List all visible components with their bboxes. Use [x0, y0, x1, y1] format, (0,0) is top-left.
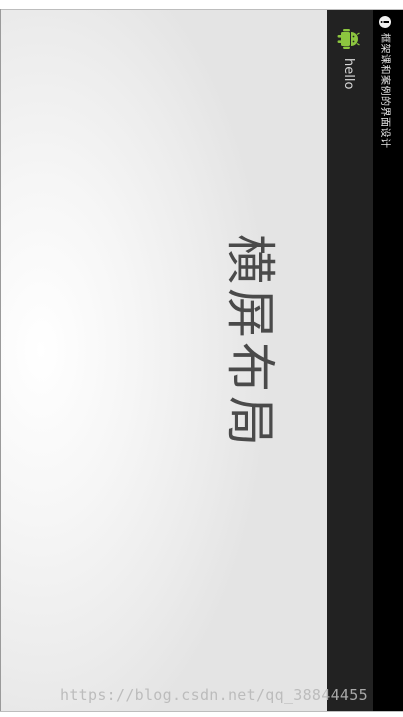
- app-title-bar: [327, 10, 373, 711]
- watermark: https://blog.csdn.net/qq_38844455: [60, 686, 368, 704]
- info-icon: [379, 16, 391, 28]
- app-title: hello: [341, 58, 356, 90]
- screen-frame-bottom: [0, 711, 403, 717]
- main-text-container: 横屏布局: [221, 234, 310, 474]
- notification-text: 框架课和案例的界面设计: [379, 33, 390, 149]
- landscape-layout-label: 横屏布局: [221, 234, 279, 450]
- device-screen: 横屏布局 hello 框架课和案例的界面设计 https://blog.csdn…: [0, 0, 403, 717]
- android-icon: [337, 29, 360, 50]
- app-title-container: hello: [340, 58, 358, 108]
- notification-text-container: 框架课和案例的界面设计: [377, 33, 393, 248]
- screen-frame-top: [0, 0, 403, 10]
